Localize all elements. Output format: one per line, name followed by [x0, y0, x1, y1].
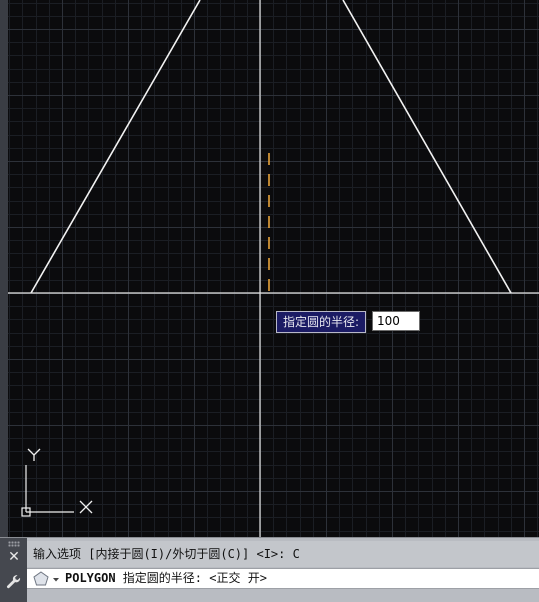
autocad-window: 指定圆的半径: 100 ✕ 输入选项 [内接于圆(I)/外切于圆(C)] <I>…	[0, 0, 539, 602]
command-line-toolbar: ✕	[0, 538, 27, 602]
command-input[interactable]: POLYGON 指定圆的半径: <正交 开>	[27, 568, 539, 589]
command-prompt: 指定圆的半径: <正交 开>	[115, 571, 267, 585]
grid-minor-lines	[8, 0, 539, 537]
command-line-footer	[27, 589, 539, 602]
drag-grip-icon[interactable]	[8, 541, 20, 547]
ucs-icon	[21, 448, 93, 517]
command-prompt-text: POLYGON 指定圆的半径: <正交 开>	[65, 569, 267, 588]
command-history-line: 输入选项 [内接于圆(I)/外切于圆(C)] <I>: C	[27, 541, 539, 567]
command-name: POLYGON	[65, 571, 116, 585]
pentagon-icon[interactable]	[32, 570, 62, 588]
dynamic-input-prompt: 指定圆的半径:	[276, 311, 367, 333]
close-icon[interactable]: ✕	[6, 549, 22, 565]
wrench-icon[interactable]	[5, 573, 23, 591]
canvas-graphics	[8, 0, 539, 537]
command-line-panel: ✕ 输入选项 [内接于圆(I)/外切于圆(C)] <I>: C POLYGON …	[0, 537, 539, 602]
dynamic-input-radius-field[interactable]: 100	[372, 311, 420, 331]
polygon-edge-right	[342, 0, 512, 294]
canvas-left-edge	[0, 0, 8, 537]
ucs-x-axis-label	[79, 500, 93, 514]
ucs-y-axis-label	[27, 448, 41, 461]
drawing-canvas[interactable]	[8, 0, 539, 537]
